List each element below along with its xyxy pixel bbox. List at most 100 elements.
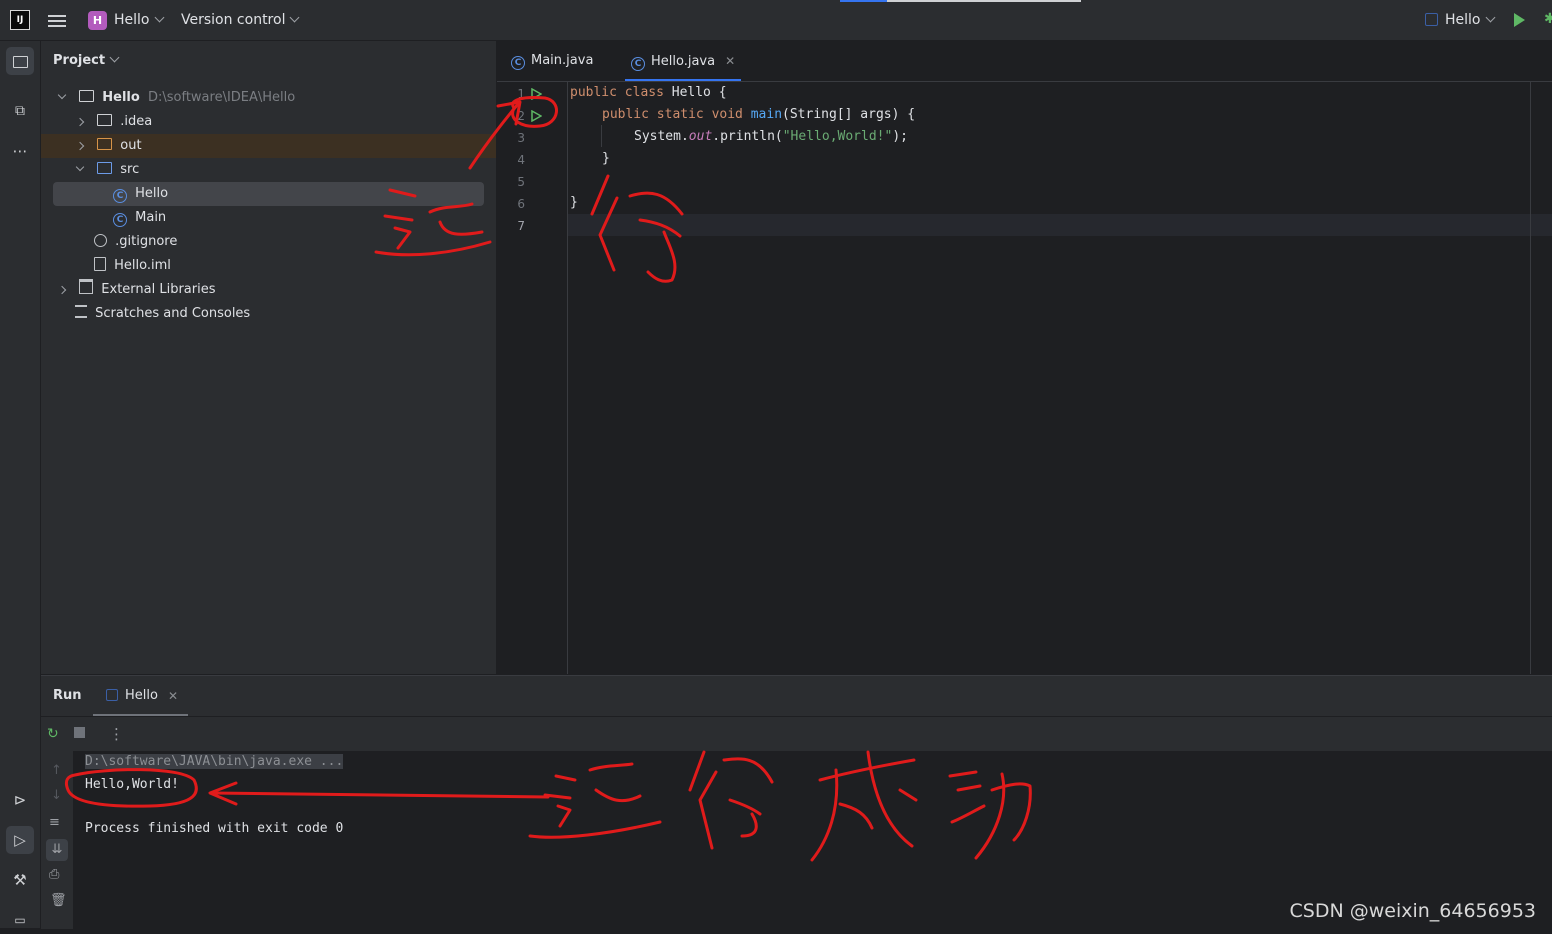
arrow-up-icon[interactable]: ↑: [51, 763, 62, 778]
tab-hello-java[interactable]: C Hello.java ✕: [624, 41, 742, 81]
vcs-label: Version control: [181, 12, 286, 28]
scroll-to-end-icon[interactable]: ⇊: [46, 839, 68, 861]
debug-icon[interactable]: ✱: [1544, 11, 1552, 27]
tree-item-src[interactable]: src: [41, 158, 496, 182]
chevron-right-icon: [57, 285, 67, 295]
folder-icon: [97, 114, 113, 126]
structure-tool-button[interactable]: ⧉: [6, 97, 34, 125]
excluded-folder-icon: [97, 138, 113, 150]
build-tool-button[interactable]: ⚒: [6, 866, 34, 894]
run-gutter-icon[interactable]: [531, 88, 542, 100]
editor-area: C Main.java C Hello.java ✕ 1 2 3 4 5 6 7 pu…: [497, 41, 1552, 674]
project-panel-title[interactable]: Project: [53, 52, 120, 68]
terminal-icon: ▭: [14, 913, 26, 927]
line-number: 3: [517, 131, 525, 145]
services-icon: ⊳: [13, 791, 27, 809]
chevron-right-icon: [75, 141, 85, 151]
code-line-1[interactable]: public class Hello {: [570, 82, 727, 104]
console-command: D:\software\JAVA\bin\java.exe ...: [85, 754, 344, 769]
stop-icon[interactable]: [74, 727, 85, 738]
code-text: );: [892, 129, 908, 144]
print-icon[interactable]: ⎙: [49, 867, 59, 882]
tree-item-label: External Libraries: [101, 282, 216, 297]
app-config-icon: [106, 689, 118, 701]
chevron-down-icon: [1485, 12, 1495, 23]
chevron-down-icon: [154, 12, 164, 23]
class-icon: C: [113, 189, 127, 203]
close-icon[interactable]: ✕: [725, 54, 735, 68]
class-icon: C: [113, 213, 127, 227]
vcs-menu[interactable]: Version control: [181, 12, 300, 28]
right-margin-guide: [1530, 82, 1531, 674]
run-tool-button[interactable]: ▷: [6, 826, 34, 854]
indent-guide: [601, 125, 602, 147]
code-text: Hello {: [671, 85, 727, 100]
tree-item-root[interactable]: Hello D:\software\IDEA\Hello: [41, 86, 496, 110]
arrow-down-icon[interactable]: ↓: [51, 788, 62, 803]
tree-item-hello-class[interactable]: C Hello: [41, 182, 496, 206]
tree-item-label: Main: [135, 210, 167, 225]
console-output: Hello,World!: [85, 777, 179, 792]
main-menu-icon[interactable]: [48, 12, 66, 28]
code-line-4[interactable]: }: [602, 148, 610, 170]
rerun-icon[interactable]: ↻: [47, 726, 59, 742]
run-toolbar: ↻ ⋮: [41, 717, 1552, 751]
code-text: System.: [634, 129, 689, 144]
tree-item-label: Hello.iml: [114, 258, 171, 273]
more-icon: ⋯: [12, 142, 28, 160]
run-config-selector[interactable]: Hello: [1445, 12, 1495, 28]
project-switcher[interactable]: Hello: [114, 12, 164, 28]
app-logo-icon[interactable]: IJ: [10, 10, 30, 30]
code-line-3[interactable]: System.out.println("Hello,World!");: [634, 126, 908, 148]
tree-item-label: Scratches and Consoles: [95, 306, 251, 321]
more-options-icon[interactable]: ⋮: [109, 725, 124, 743]
tree-item-external-libraries[interactable]: External Libraries: [41, 278, 496, 302]
ignored-file-icon: [94, 234, 107, 247]
code-keyword: public class: [570, 85, 672, 100]
chevron-down-icon: [290, 12, 300, 23]
services-tool-button[interactable]: ⊳: [6, 786, 34, 814]
tree-item-label: src: [120, 162, 140, 177]
tree-item-gitignore[interactable]: .gitignore: [41, 230, 496, 254]
code-field: out: [688, 129, 713, 144]
editor-tab-bar: C Main.java C Hello.java ✕: [497, 41, 1552, 82]
code-line-6[interactable]: }: [570, 192, 578, 214]
code-line-2[interactable]: public static void main(String[] args) {: [602, 104, 915, 126]
trash-icon[interactable]: 🗑: [50, 893, 67, 908]
line-number: 4: [517, 153, 525, 167]
chevron-right-icon: [75, 117, 85, 127]
run-tool-icon: ▷: [14, 831, 26, 849]
close-icon[interactable]: ✕: [168, 689, 178, 703]
run-panel-title: Run: [53, 688, 82, 703]
terminal-tool-button[interactable]: ▭: [6, 906, 34, 934]
console-exit-message: Process finished with exit code 0: [85, 821, 344, 836]
tree-item-scratches[interactable]: Scratches and Consoles: [41, 302, 496, 326]
module-folder-icon: [79, 90, 95, 102]
run-config-icon: [1425, 13, 1438, 26]
progress-indicator: [840, 0, 887, 2]
code-text: (String[] args) {: [782, 107, 916, 122]
file-icon: [94, 257, 106, 271]
console-command-text[interactable]: D:\software\JAVA\bin\java.exe ...: [85, 754, 344, 769]
project-tool-button[interactable]: [6, 47, 34, 75]
chevron-down-icon: [57, 90, 67, 100]
run-tab-hello[interactable]: Hello ✕: [93, 676, 188, 716]
tab-main-java[interactable]: C Main.java: [511, 41, 593, 81]
soft-wrap-icon[interactable]: ≡: [49, 815, 60, 830]
run-panel-header: Run Hello ✕: [41, 676, 1552, 717]
folder-icon: [12, 56, 28, 68]
run-gutter-icon[interactable]: [531, 110, 542, 122]
project-badge[interactable]: H: [88, 11, 107, 30]
code-keyword: public static void: [602, 107, 751, 122]
tree-item-label: out: [120, 138, 142, 153]
run-icon[interactable]: [1514, 13, 1525, 27]
tab-label: Main.java: [531, 53, 594, 68]
tree-item-iml[interactable]: Hello.iml: [41, 254, 496, 278]
more-tools-button[interactable]: ⋯: [6, 137, 34, 165]
code-string: "Hello,World!": [782, 129, 893, 144]
tree-item-main-class[interactable]: C Main: [41, 206, 496, 230]
line-number: 1: [517, 87, 525, 101]
editor-gutter: 1 2 3 4 5 6 7: [497, 82, 568, 674]
tree-item-out[interactable]: out: [41, 134, 496, 158]
tree-item-idea[interactable]: .idea: [41, 110, 496, 134]
